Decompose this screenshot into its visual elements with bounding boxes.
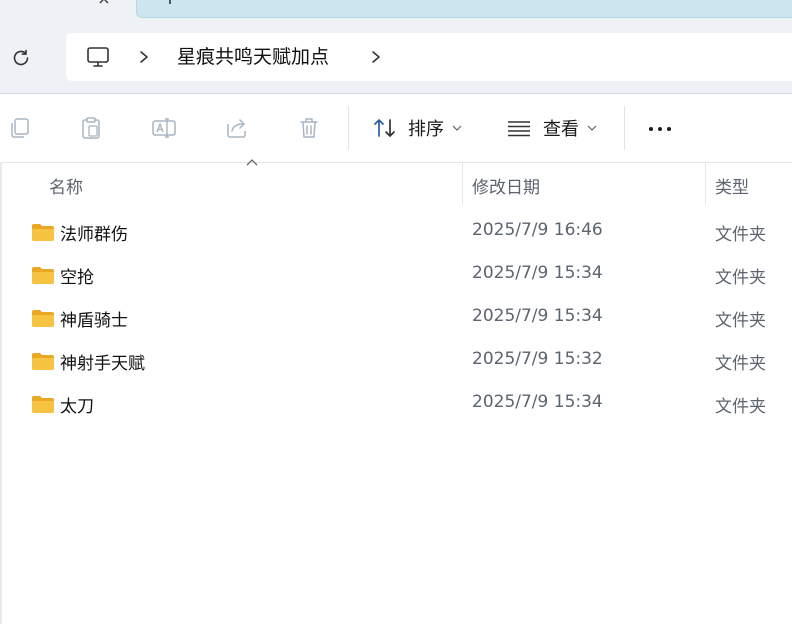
file-name: 太刀 — [60, 397, 94, 417]
file-name: 空抢 — [60, 268, 94, 288]
refresh-icon — [13, 49, 29, 66]
file-modified-date: 2025/7/9 15:34 — [472, 306, 603, 326]
file-modified-date: 2025/7/9 15:32 — [472, 349, 603, 369]
file-type: 文件夹 — [715, 268, 766, 288]
sort-label: 排序 — [408, 119, 444, 140]
paste-icon[interactable] — [78, 115, 104, 141]
delete-icon[interactable] — [296, 115, 322, 141]
tab-next[interactable] — [136, 0, 792, 18]
folder-icon — [32, 224, 54, 241]
command-bar: 排序 查看 — [0, 94, 792, 163]
monitor-icon[interactable] — [86, 45, 110, 69]
column-header: 名称 修改日期 类型 — [0, 159, 792, 205]
view-list-icon — [508, 121, 530, 137]
address-bar[interactable]: 星痕共鸣天赋加点 — [66, 33, 792, 81]
column-divider[interactable] — [462, 163, 463, 205]
chevron-down-icon — [452, 125, 462, 131]
file-name: 神射手天赋 — [60, 354, 145, 374]
view-label: 查看 — [543, 119, 579, 140]
file-modified-date: 2025/7/9 16:46 — [472, 220, 603, 240]
column-date-header[interactable]: 修改日期 — [472, 173, 540, 198]
copy-icon[interactable] — [7, 115, 33, 141]
file-row[interactable]: 空抢 2025/7/9 15:34 文件夹 — [0, 255, 792, 295]
separator — [624, 106, 625, 150]
chevron-right-icon[interactable] — [137, 47, 151, 67]
separator — [348, 106, 349, 150]
breadcrumb-current-folder[interactable]: 星痕共鸣天赋加点 — [177, 44, 329, 70]
more-dot — [649, 127, 653, 131]
sort-icon — [374, 119, 395, 137]
file-type: 文件夹 — [715, 311, 766, 331]
rename-icon[interactable] — [151, 115, 177, 141]
folder-icon — [32, 396, 54, 413]
folder-icon — [32, 310, 54, 327]
address-band: 星痕共鸣天赋加点 — [0, 22, 792, 94]
tab-strip: × — [0, 0, 792, 22]
chevron-right-icon[interactable] — [369, 47, 383, 67]
tab-close-button[interactable]: × — [94, 0, 114, 7]
folder-icon — [32, 267, 54, 284]
sort-button[interactable]: 排序 — [372, 110, 462, 146]
more-dot — [658, 127, 662, 131]
share-icon[interactable] — [224, 115, 250, 141]
file-type: 文件夹 — [715, 225, 766, 245]
file-row[interactable]: 神射手天赋 2025/7/9 15:32 文件夹 — [0, 341, 792, 381]
file-modified-date: 2025/7/9 15:34 — [472, 392, 603, 412]
folder-icon — [32, 353, 54, 370]
view-button[interactable]: 查看 — [506, 110, 597, 146]
more-options-button[interactable] — [640, 114, 680, 144]
more-dot — [667, 127, 671, 131]
file-modified-date: 2025/7/9 15:34 — [472, 263, 603, 283]
sort-ascending-icon — [246, 159, 258, 166]
file-row[interactable]: 太刀 2025/7/9 15:34 文件夹 — [0, 384, 792, 424]
file-row[interactable]: 神盾骑士 2025/7/9 15:34 文件夹 — [0, 298, 792, 338]
tab-mark — [169, 0, 171, 4]
file-name: 神盾骑士 — [60, 311, 128, 331]
refresh-button[interactable] — [6, 43, 36, 73]
file-name: 法师群伤 — [60, 225, 128, 245]
file-type: 文件夹 — [715, 354, 766, 374]
column-type-header[interactable]: 类型 — [715, 173, 749, 198]
file-row[interactable]: 法师群伤 2025/7/9 16:46 文件夹 — [0, 212, 792, 252]
file-type: 文件夹 — [715, 397, 766, 417]
column-name-header[interactable]: 名称 — [49, 173, 83, 198]
column-divider[interactable] — [705, 163, 706, 205]
chevron-down-icon — [587, 125, 597, 131]
